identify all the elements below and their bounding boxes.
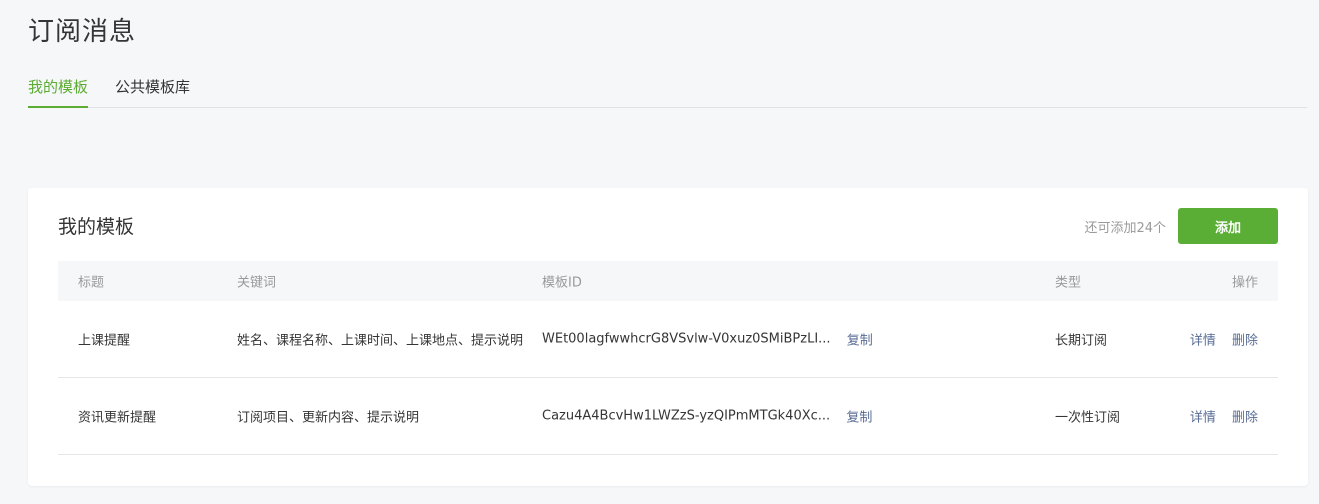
tab-my-templates[interactable]: 我的模板 <box>28 76 89 108</box>
row-type: 一次性订阅 <box>1055 410 1121 426</box>
table-header: 标题 关键词 模板ID 类型 操作 <box>58 261 1278 301</box>
delete-link[interactable]: 删除 <box>1232 411 1258 426</box>
column-header-keywords: 关键词 <box>237 275 277 291</box>
row-actions: 详情 删除 <box>1190 330 1258 349</box>
row-template-id: Cazu4A4BcvHw1LWZzS-yzQIPmMTGk40Xc... <box>542 408 831 424</box>
row-template-id-cell: Cazu4A4BcvHw1LWZzS-yzQIPmMTGk40Xc... 复制 <box>542 407 872 426</box>
copy-id-link[interactable]: 复制 <box>847 334 873 349</box>
row-keywords: 姓名、课程名称、上课时间、上课地点、提示说明 <box>237 333 524 349</box>
table-row: 资讯更新提醒 订阅项目、更新内容、提示说明 Cazu4A4BcvHw1LWZzS… <box>58 378 1278 455</box>
tab-public-template-library[interactable]: 公共模板库 <box>115 76 190 106</box>
tab-bar: 我的模板 公共模板库 <box>28 72 1307 108</box>
my-templates-card: 我的模板 还可添加24个 添加 标题 关键词 模板ID 类型 操作 上课提醒 姓… <box>28 188 1308 486</box>
add-button[interactable]: 添加 <box>1178 208 1278 244</box>
quota-text: 还可添加24个 <box>1084 221 1166 236</box>
row-type: 长期订阅 <box>1055 333 1108 349</box>
row-keywords: 订阅项目、更新内容、提示说明 <box>237 410 420 426</box>
row-title: 资讯更新提醒 <box>78 410 157 426</box>
detail-link[interactable]: 详情 <box>1190 411 1216 426</box>
column-header-title: 标题 <box>78 275 105 291</box>
copy-id-link[interactable]: 复制 <box>846 411 872 426</box>
templates-table: 标题 关键词 模板ID 类型 操作 上课提醒 姓名、课程名称、上课时间、上课地点… <box>58 261 1278 455</box>
page-title: 订阅消息 <box>28 17 137 47</box>
row-title: 上课提醒 <box>78 333 131 349</box>
table-row: 上课提醒 姓名、课程名称、上课时间、上课地点、提示说明 WEt00lagfwwh… <box>58 301 1278 378</box>
row-template-id: WEt00lagfwwhcrG8VSvlw-V0xuz0SMiBPzLI... <box>542 331 831 347</box>
detail-link[interactable]: 详情 <box>1190 334 1216 349</box>
delete-link[interactable]: 删除 <box>1232 334 1258 349</box>
column-header-actions: 操作 <box>1231 275 1258 291</box>
column-header-type: 类型 <box>1055 275 1082 291</box>
row-template-id-cell: WEt00lagfwwhcrG8VSvlw-V0xuz0SMiBPzLI... … <box>542 330 873 349</box>
row-actions: 详情 删除 <box>1190 407 1258 426</box>
column-header-template-id: 模板ID <box>542 275 582 291</box>
card-title: 我的模板 <box>58 216 135 238</box>
page: 订阅消息 我的模板 公共模板库 我的模板 还可添加24个 添加 标题 关键词 模… <box>0 0 1319 504</box>
